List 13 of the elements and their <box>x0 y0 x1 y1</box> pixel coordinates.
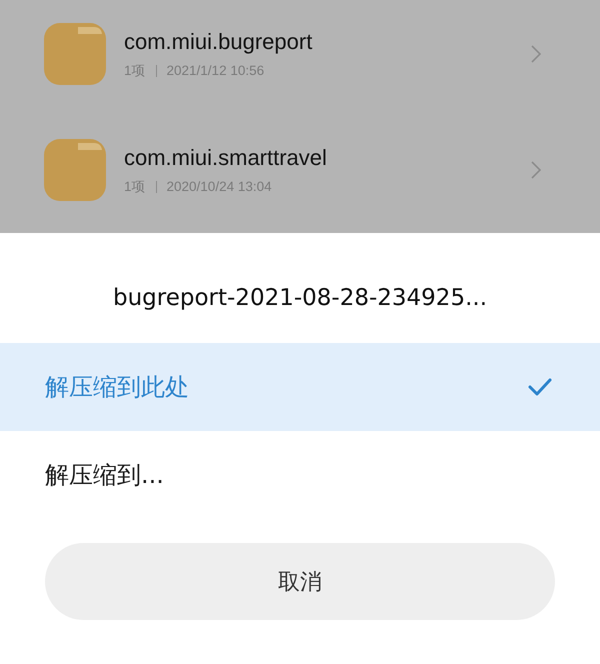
chevron-icon[interactable] <box>531 45 541 63</box>
folder-name: com.miui.bugreport <box>124 28 312 56</box>
item-count: 1项 <box>124 178 146 195</box>
sheet-title: bugreport-2021-08-28-234925... <box>112 284 488 313</box>
check-icon <box>528 378 552 396</box>
folder-icon <box>44 139 106 201</box>
folder-icon <box>44 23 106 85</box>
modified-date: 2021/1/12 10:56 <box>166 62 264 79</box>
modified-date: 2020/10/24 13:04 <box>166 178 272 195</box>
cancel-button[interactable]: 取消 <box>45 543 555 620</box>
item-count: 1项 <box>124 62 146 79</box>
folder-name: com.miui.smarttravel <box>124 144 327 172</box>
chevron-icon[interactable] <box>531 161 541 179</box>
